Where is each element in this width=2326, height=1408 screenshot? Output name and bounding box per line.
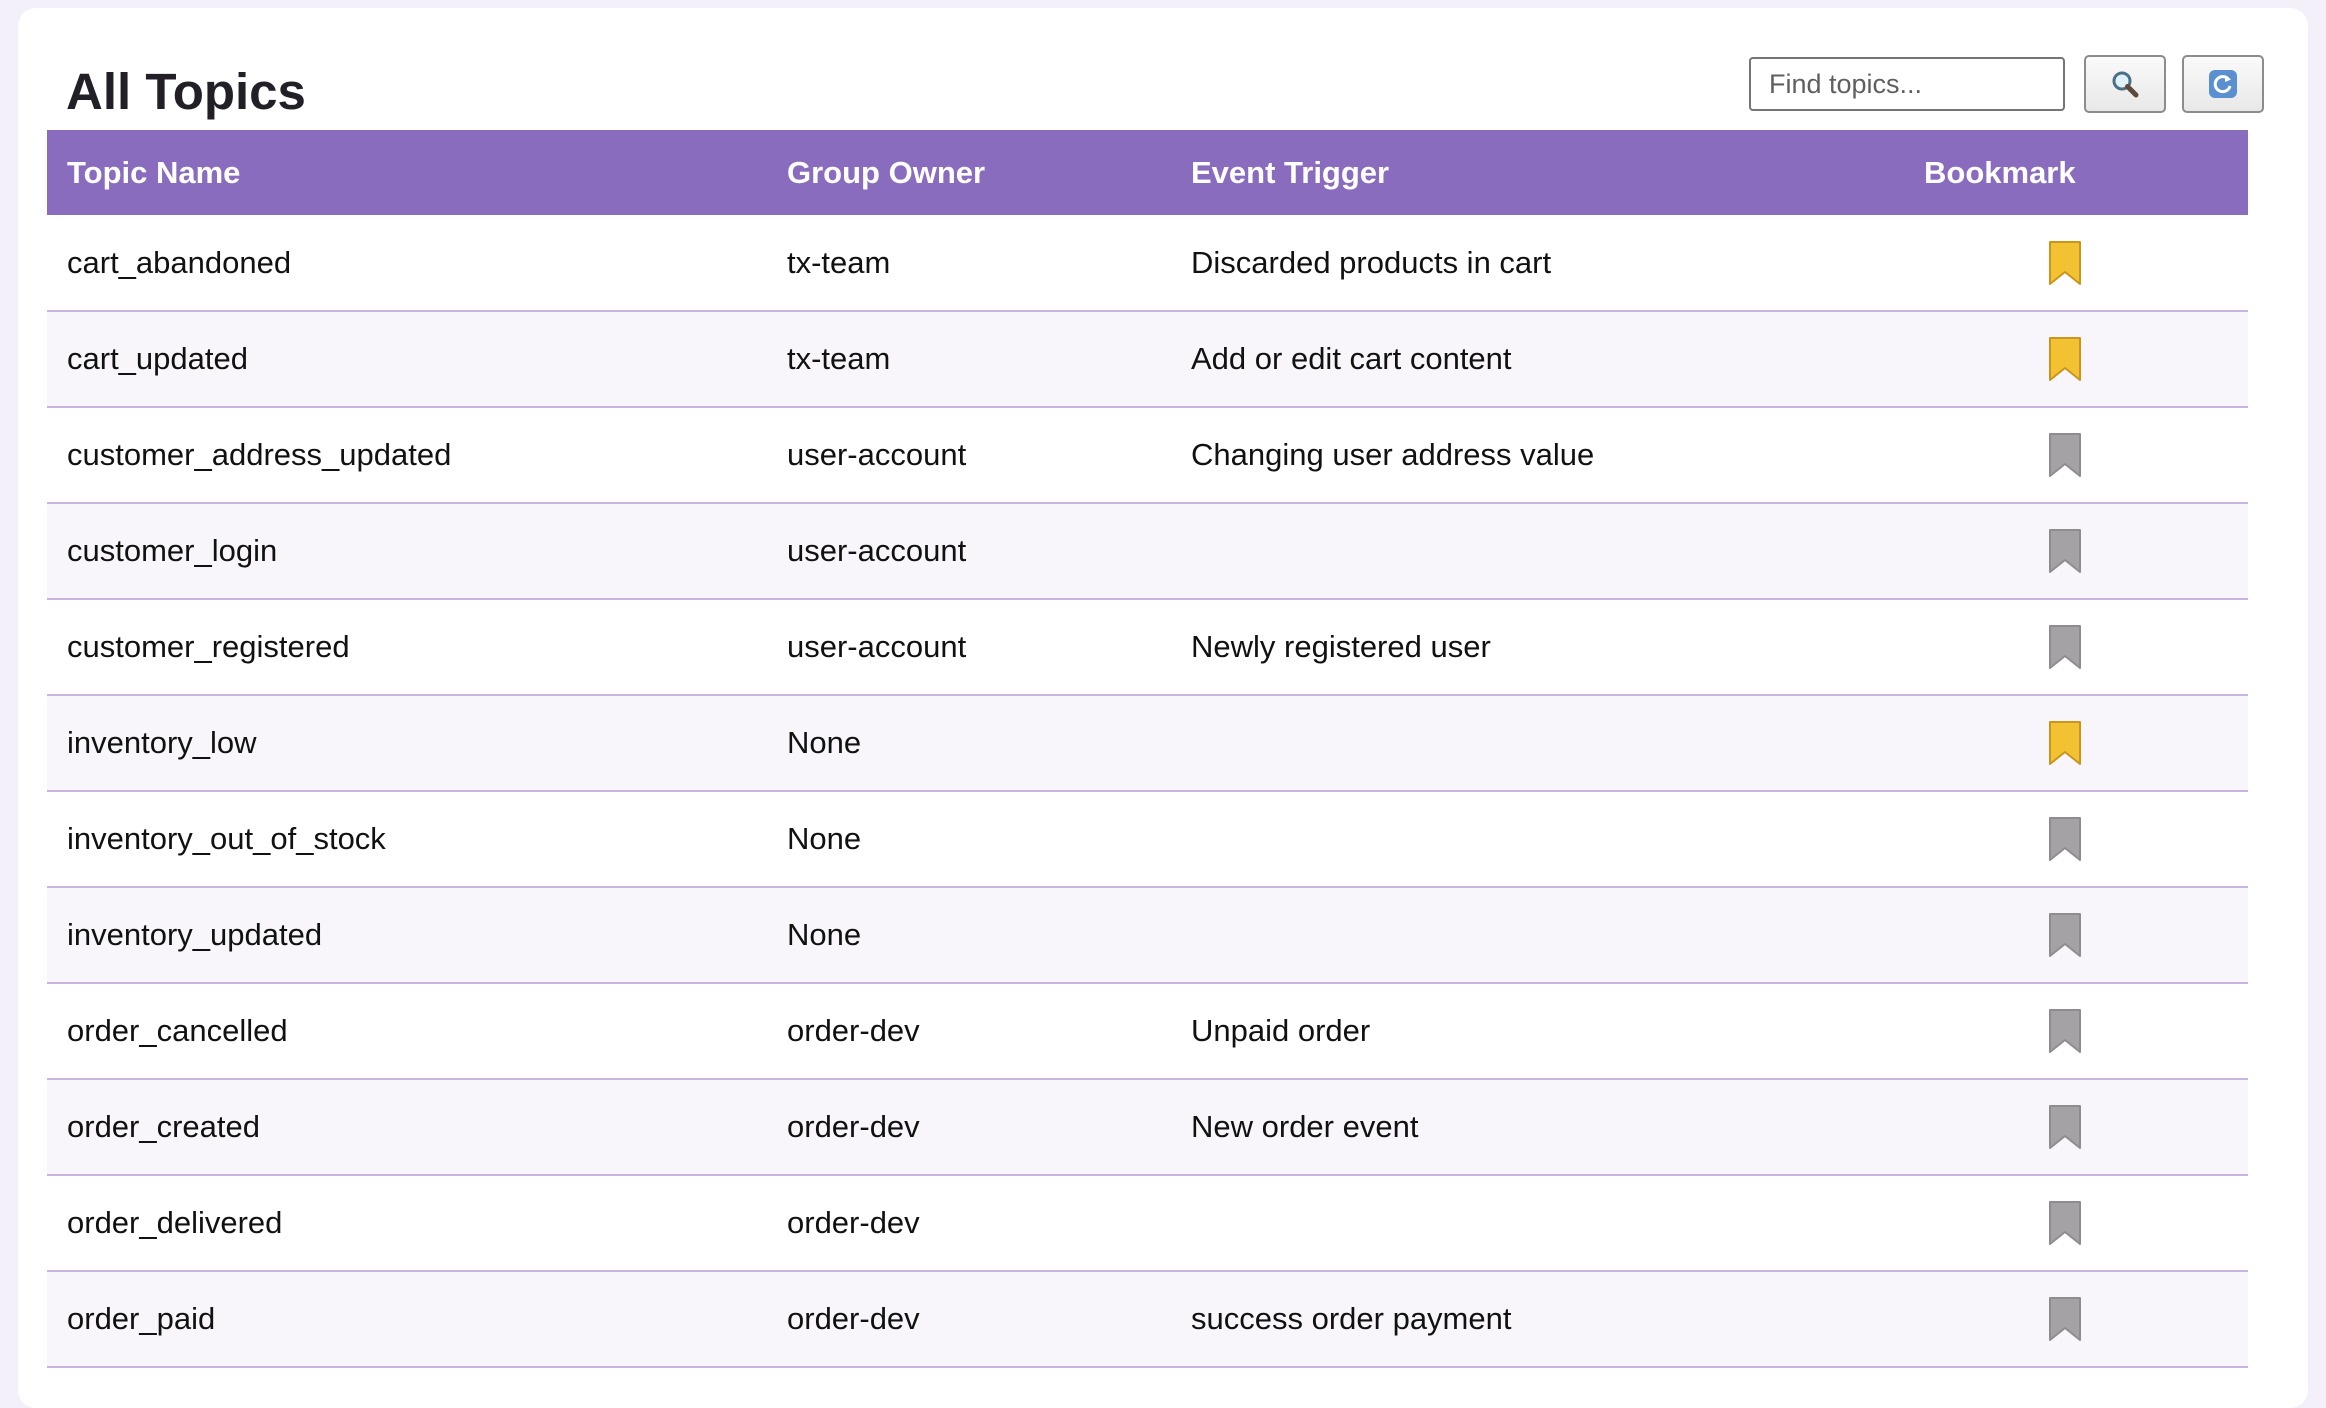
topic-name-cell: inventory_low xyxy=(47,695,767,792)
topic-name-cell: inventory_out_of_stock xyxy=(47,791,767,888)
table-row[interactable]: customer_login user-account xyxy=(47,503,2248,600)
event-trigger-cell: Discarded products in cart xyxy=(1171,215,1924,312)
bookmark-empty-icon[interactable] xyxy=(2048,1200,2082,1246)
bookmark-cell xyxy=(1924,695,2248,792)
group-owner-cell: order-dev xyxy=(767,1079,1171,1176)
bookmark-empty-icon[interactable] xyxy=(2048,624,2082,670)
topic-name-cell: order_cancelled xyxy=(47,983,767,1080)
table-row[interactable]: order_created order-dev New order event xyxy=(47,1079,2248,1176)
bookmark-filled-icon[interactable] xyxy=(2048,720,2082,766)
topic-name-cell: order_delivered xyxy=(47,1175,767,1272)
header-group-owner[interactable]: Group Owner xyxy=(767,130,1171,215)
refresh-icon xyxy=(2208,69,2238,99)
topic-name-cell: inventory_updated xyxy=(47,887,767,984)
event-trigger-cell: Add or edit cart content xyxy=(1171,311,1924,408)
group-owner-cell: user-account xyxy=(767,599,1171,696)
bookmark-cell xyxy=(1924,1175,2248,1272)
bookmark-empty-icon[interactable] xyxy=(2048,432,2082,478)
group-owner-cell: order-dev xyxy=(767,1175,1171,1272)
bookmark-cell xyxy=(1924,215,2248,312)
table-row[interactable]: order_delivered order-dev xyxy=(47,1175,2248,1272)
group-owner-cell: user-account xyxy=(767,503,1171,600)
bookmark-cell xyxy=(1924,503,2248,600)
bookmark-empty-icon[interactable] xyxy=(2048,816,2082,862)
bookmark-empty-icon[interactable] xyxy=(2048,1104,2082,1150)
bookmark-empty-icon[interactable] xyxy=(2048,1008,2082,1054)
table-row[interactable]: cart_abandoned tx-team Discarded products … xyxy=(47,215,2248,312)
bookmark-cell xyxy=(1924,1271,2248,1368)
table-row[interactable]: order_cancelled order-dev Unpaid order xyxy=(47,983,2248,1080)
bookmark-cell xyxy=(1924,1079,2248,1176)
table-row[interactable]: customer_registered user-account Newly reg… xyxy=(47,599,2248,696)
bookmark-cell xyxy=(1924,311,2248,408)
group-owner-cell: None xyxy=(767,791,1171,888)
group-owner-cell: None xyxy=(767,887,1171,984)
event-trigger-cell: New order event xyxy=(1171,1079,1924,1176)
header-topic-name[interactable]: Topic Name xyxy=(47,130,767,215)
event-trigger-cell: success order payment xyxy=(1171,1271,1924,1368)
topics-table: Topic Name Group Owner Event Trigger Boo… xyxy=(47,130,2248,1368)
refresh-button[interactable] xyxy=(2182,55,2264,113)
event-trigger-cell: Newly registered user xyxy=(1171,599,1924,696)
table-row[interactable]: inventory_low None xyxy=(47,695,2248,792)
table-row[interactable]: cart_updated tx-team Add or edit cart cont… xyxy=(47,311,2248,408)
table-header-row: Topic Name Group Owner Event Trigger Boo… xyxy=(47,130,2248,215)
bookmark-cell xyxy=(1924,887,2248,984)
table-row[interactable]: inventory_out_of_stock None xyxy=(47,791,2248,888)
topic-name-cell: customer_login xyxy=(47,503,767,600)
group-owner-cell: user-account xyxy=(767,407,1171,504)
event-trigger-cell xyxy=(1171,887,1924,984)
bookmark-empty-icon[interactable] xyxy=(2048,528,2082,574)
header-event-trigger[interactable]: Event Trigger xyxy=(1171,130,1924,215)
magnifier-icon xyxy=(2110,69,2140,99)
bookmark-cell xyxy=(1924,791,2248,888)
table-row[interactable]: customer_address_updated user-account Chan… xyxy=(47,407,2248,504)
page-title: All Topics xyxy=(66,63,306,120)
group-owner-cell: tx-team xyxy=(767,311,1171,408)
bookmark-cell xyxy=(1924,599,2248,696)
table-row[interactable]: order_paid order-dev success order payment xyxy=(47,1271,2248,1368)
topic-name-cell: order_created xyxy=(47,1079,767,1176)
event-trigger-cell: Changing user address value xyxy=(1171,407,1924,504)
event-trigger-cell xyxy=(1171,791,1924,888)
group-owner-cell: tx-team xyxy=(767,215,1171,312)
bookmark-cell xyxy=(1924,407,2248,504)
event-trigger-cell xyxy=(1171,1175,1924,1272)
event-trigger-cell xyxy=(1171,695,1924,792)
topics-table-container: Topic Name Group Owner Event Trigger Boo… xyxy=(47,130,2248,1368)
table-row[interactable]: inventory_updated None xyxy=(47,887,2248,984)
topic-name-cell: cart_abandoned xyxy=(47,215,767,312)
event-trigger-cell xyxy=(1171,503,1924,600)
bookmark-cell xyxy=(1924,983,2248,1080)
header-bookmark[interactable]: Bookmark xyxy=(1924,130,2248,215)
group-owner-cell: order-dev xyxy=(767,1271,1171,1368)
search-input[interactable] xyxy=(1749,57,2065,111)
bookmark-filled-icon[interactable] xyxy=(2048,240,2082,286)
event-trigger-cell: Unpaid order xyxy=(1171,983,1924,1080)
topic-name-cell: order_paid xyxy=(47,1271,767,1368)
bookmark-empty-icon[interactable] xyxy=(2048,912,2082,958)
topic-name-cell: cart_updated xyxy=(47,311,767,408)
bookmark-empty-icon[interactable] xyxy=(2048,1296,2082,1342)
group-owner-cell: None xyxy=(767,695,1171,792)
bookmark-filled-icon[interactable] xyxy=(2048,336,2082,382)
topic-name-cell: customer_address_updated xyxy=(47,407,767,504)
topic-name-cell: customer_registered xyxy=(47,599,767,696)
search-button[interactable] xyxy=(2084,55,2166,113)
table-body: cart_abandoned tx-team Discarded products … xyxy=(47,215,2248,1368)
group-owner-cell: order-dev xyxy=(767,983,1171,1080)
